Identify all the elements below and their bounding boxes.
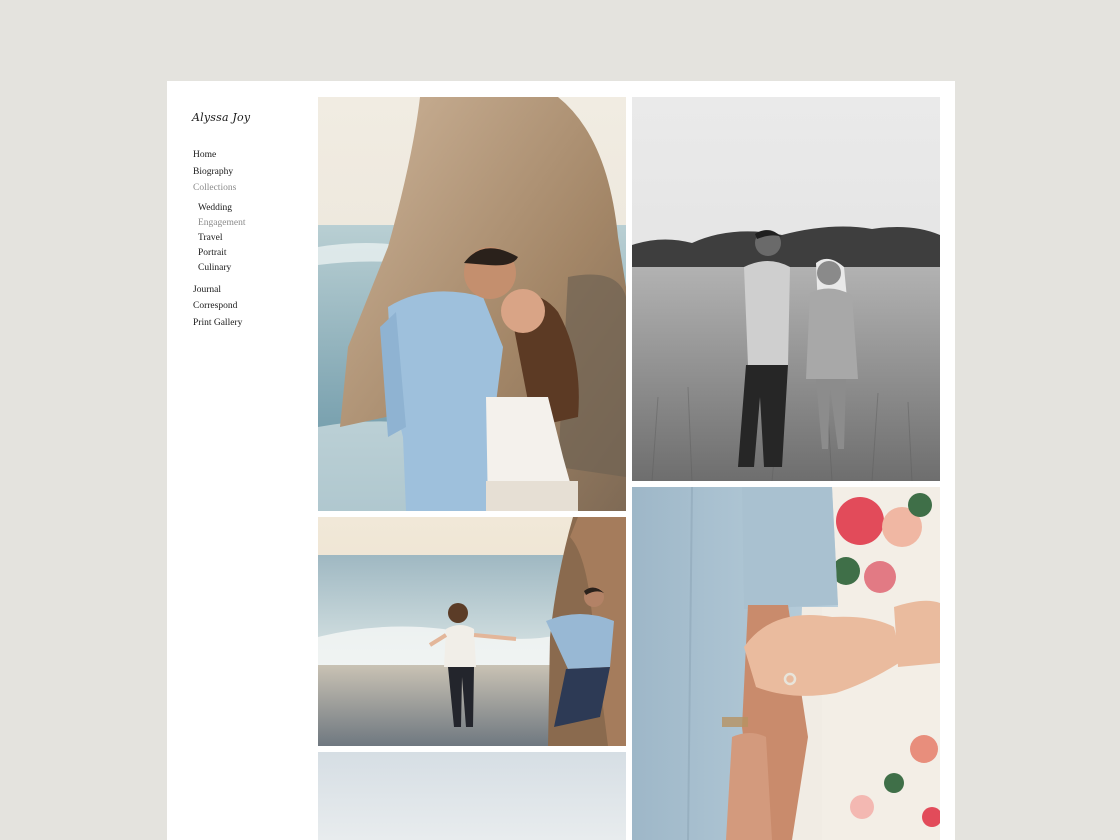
gallery-photo-field-walk[interactable] bbox=[632, 97, 940, 481]
page-card: Alyssa Joy Home Biography Collections We… bbox=[167, 81, 955, 840]
nav-culinary[interactable]: Culinary bbox=[198, 261, 245, 276]
nav-collections[interactable]: Collections bbox=[193, 180, 245, 197]
site-logo[interactable]: Alyssa Joy bbox=[192, 111, 250, 124]
nav-engagement[interactable]: Engagement bbox=[198, 216, 245, 231]
nav-wedding[interactable]: Wedding bbox=[198, 201, 245, 216]
gallery-photo-holding-hands[interactable] bbox=[632, 487, 940, 840]
nav-correspond[interactable]: Correspond bbox=[193, 298, 245, 315]
nav-portrait[interactable]: Portrait bbox=[198, 246, 245, 261]
gallery-photo-beach-run[interactable] bbox=[318, 517, 626, 746]
nav-biography[interactable]: Biography bbox=[193, 164, 245, 181]
main-nav: Home Biography Collections Wedding Engag… bbox=[193, 147, 245, 331]
nav-home[interactable]: Home bbox=[193, 147, 245, 164]
nav-print-gallery[interactable]: Print Gallery bbox=[193, 315, 245, 332]
nav-journal[interactable]: Journal bbox=[193, 282, 245, 299]
gallery-photo-beach-kiss[interactable] bbox=[318, 97, 626, 511]
collections-submenu: Wedding Engagement Travel Portrait Culin… bbox=[193, 201, 245, 276]
nav-travel[interactable]: Travel bbox=[198, 231, 245, 246]
gallery-photo-partial[interactable] bbox=[318, 752, 626, 840]
